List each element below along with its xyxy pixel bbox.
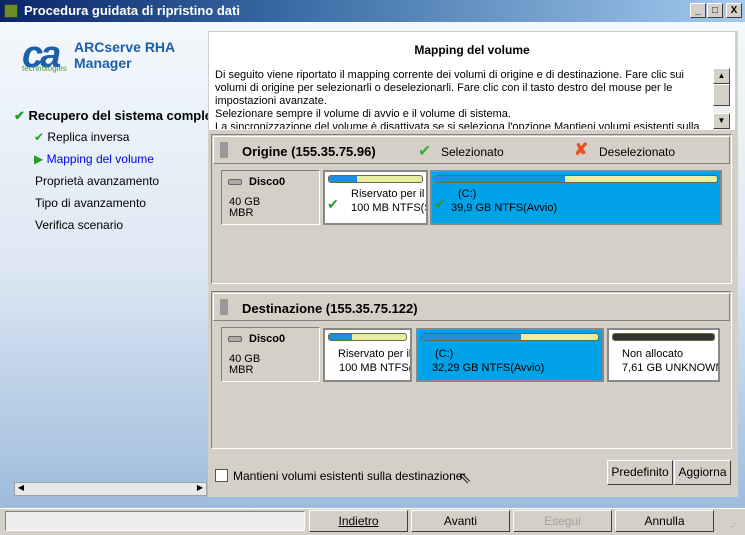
keep-volumes-checkbox[interactable] (215, 469, 228, 482)
step-label: Mapping del volume (46, 152, 154, 166)
default-button[interactable]: Predefinito (607, 460, 673, 485)
cancel-button[interactable]: Annulla (615, 510, 714, 532)
product-line1: ARCserve RHA (74, 39, 176, 55)
volume-info: 100 MB NTFS(S (339, 362, 412, 374)
check-icon: ✔ (14, 108, 25, 123)
source-title: Origine (155.35.75.96) (242, 144, 376, 159)
destination-volume-unallocated[interactable]: Non allocato 7,61 GB UNKNOWN (607, 328, 720, 382)
back-button[interactable]: Indietro (309, 510, 408, 532)
window-title: Procedura guidata di ripristino dati (24, 3, 240, 18)
volume-label: (C:) (458, 188, 477, 200)
server-icon (220, 299, 228, 315)
volume-label: Riservato per il (351, 188, 425, 200)
step-label: Replica inversa (47, 130, 130, 144)
disk-name: Disco0 (249, 176, 286, 188)
selected-check-icon: ✔ (418, 143, 432, 160)
volume-info: 100 MB NTFS(Si (351, 202, 428, 214)
destination-header: Destinazione (155.35.75.122) (213, 293, 730, 321)
desc-line1: Di seguito viene riportato il mapping co… (215, 69, 684, 107)
volume-info: 32,29 GB NTFS(Avvio) (432, 362, 545, 374)
disk-name: Disco0 (249, 333, 286, 345)
volume-label: Non allocato (622, 348, 684, 360)
minimize-button[interactable]: _ (690, 3, 706, 18)
windows-check-icon: ✔ (327, 196, 339, 212)
legend-deselected: Deselezionato (599, 145, 676, 159)
step-progress-props[interactable]: Proprietà avanzamento (35, 174, 159, 188)
description: Di seguito viene riportato il mapping co… (215, 69, 713, 129)
volume-info: 7,61 GB UNKNOWN (622, 362, 720, 374)
server-icon (220, 142, 228, 158)
windows-check-icon: ✔ (434, 196, 446, 212)
keep-volumes-label: Mantieni volumi esistenti sulla destinaz… (233, 469, 463, 483)
scroll-thumb[interactable] (713, 84, 730, 106)
step-full-recovery[interactable]: ✔ Recupero del sistema completo (14, 108, 224, 124)
run-button[interactable]: Esegui (513, 510, 612, 532)
scroll-up-icon[interactable]: ▲ (713, 68, 730, 84)
disk-type: MBR (229, 207, 254, 219)
destination-volume-c[interactable]: (C:) 32,29 GB NTFS(Avvio) (416, 328, 604, 382)
desc-line2: Selezionare sempre il volume di avvio e … (215, 108, 511, 120)
source-section: Origine (155.35.75.96) ✔ Selezionato ✘ D… (211, 134, 732, 284)
wizard-steps: ✔ Recupero del sistema completo ✔ Replic… (0, 106, 224, 246)
usage-bar (328, 175, 423, 183)
destination-title: Destinazione (155.35.75.122) (242, 301, 418, 316)
volume-label: Riservato per il (338, 348, 412, 360)
scroll-right-icon[interactable]: ▶ (194, 483, 206, 495)
usage-bar (328, 333, 407, 341)
status-field (5, 511, 305, 531)
disk-icon (228, 179, 242, 185)
title-bar: Procedura guidata di ripristino dati (0, 0, 745, 22)
volume-info: 39,9 GB NTFS(Avvio) (451, 202, 558, 214)
step-progress-type[interactable]: Tipo di avanzamento (35, 196, 146, 210)
scroll-down-icon[interactable]: ▼ (713, 113, 730, 129)
step-volume-mapping[interactable]: ▶ Mapping del volume (34, 152, 154, 166)
mouse-cursor-icon: ⇖ (458, 470, 472, 487)
step-reverse-replica[interactable]: ✔ Replica inversa (34, 130, 129, 144)
deselected-x-icon: ✘ (574, 140, 589, 159)
usage-bar (612, 333, 715, 341)
close-button[interactable]: X (726, 3, 742, 18)
check-icon: ✔ (34, 130, 45, 144)
left-horizontal-scrollbar[interactable]: ◀ ▶ (14, 482, 207, 496)
product-line2: Manager (74, 55, 132, 71)
legend-selected: Selezionato (441, 145, 504, 159)
source-volume-c[interactable]: ✔ (C:) 39,9 GB NTFS(Avvio) (430, 170, 722, 225)
description-scrollbar[interactable]: ▲ ▼ (713, 68, 730, 130)
scroll-left-icon[interactable]: ◀ (15, 483, 27, 495)
resize-grip-icon[interactable]: ⋰ (730, 518, 739, 529)
arrow-right-icon: ▶ (34, 152, 44, 166)
source-header: Origine (155.35.75.96) ✔ Selezionato ✘ D… (213, 136, 730, 164)
disk-type: MBR (229, 364, 254, 376)
disk-icon (228, 336, 242, 342)
refresh-button[interactable]: Aggiorna (674, 460, 731, 485)
volume-label: (C:) (435, 348, 454, 360)
app-icon (4, 4, 18, 18)
source-disk[interactable]: Disco0 40 GB MBR (221, 170, 320, 225)
page-title: Mapping del volume (414, 43, 530, 57)
product-name: ARCserve RHA Manager (74, 39, 175, 71)
destination-section: Destinazione (155.35.75.122) Disco0 40 G… (211, 291, 732, 449)
maximize-button[interactable]: □ (707, 3, 723, 18)
step-verify-scenario[interactable]: Verifica scenario (35, 218, 123, 232)
next-button[interactable]: Avanti (411, 510, 510, 532)
usage-bar (421, 333, 599, 341)
desc-line3: La sincronizzazione del volume è disatti… (215, 121, 700, 129)
usage-bar (435, 175, 718, 183)
destination-volume-reserved[interactable]: Riservato per il 100 MB NTFS(S (323, 328, 412, 382)
source-volume-reserved[interactable]: ✔ Riservato per il 100 MB NTFS(Si (323, 170, 428, 225)
logo-sub: technologies (22, 64, 67, 73)
header-box: Mapping del volume Di seguito viene ripo… (209, 32, 735, 130)
destination-disk[interactable]: Disco0 40 GB MBR (221, 327, 320, 382)
step-label: Recupero del sistema completo (28, 108, 225, 123)
